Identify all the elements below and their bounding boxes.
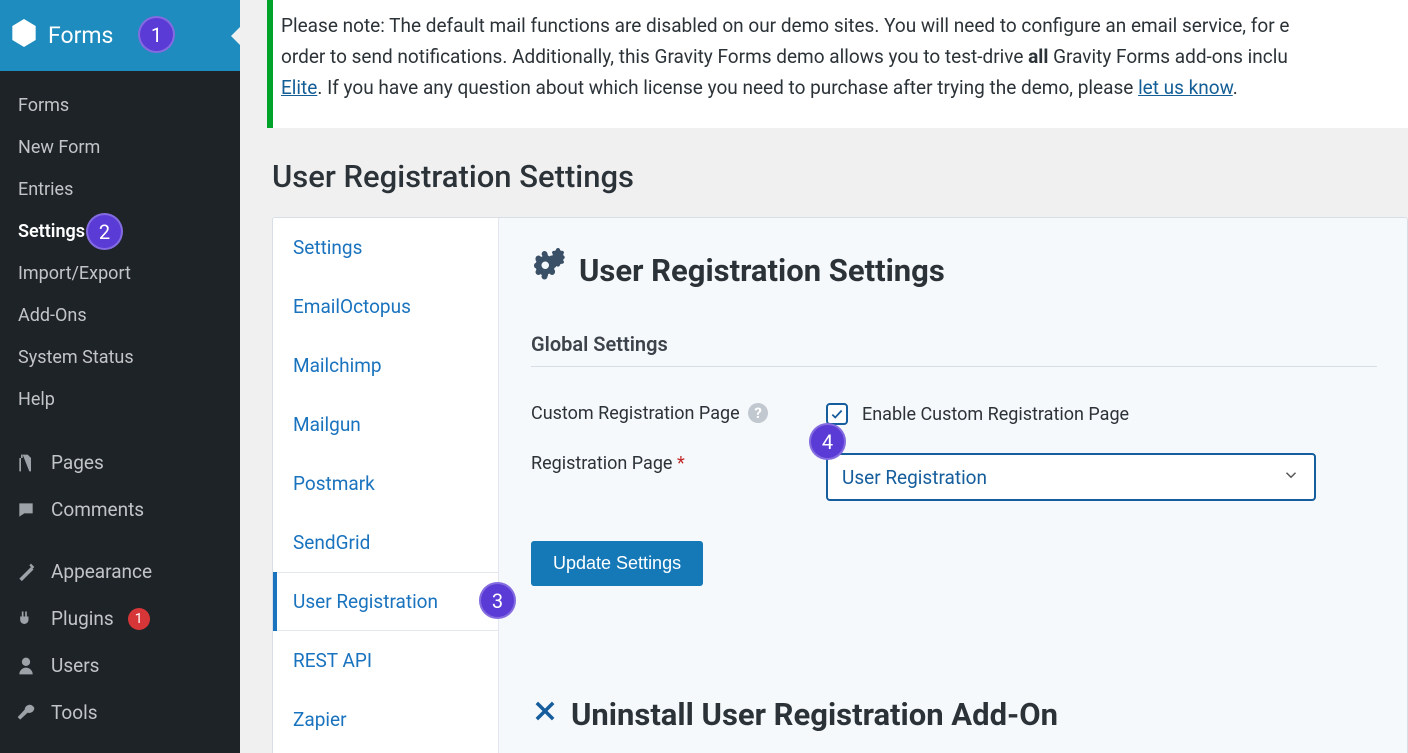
sidebar-item-label: Appearance	[51, 560, 152, 583]
sidebar-current-parent[interactable]: Forms 1	[0, 0, 240, 71]
close-icon	[531, 696, 559, 733]
sidebar-item-label: Plugins	[51, 607, 114, 630]
settings-tab-mailchimp[interactable]: Mailchimp	[273, 336, 498, 395]
section-global-settings: Global Settings	[531, 332, 1377, 367]
sidebar-subitem-new-form[interactable]: New Form	[0, 127, 240, 169]
sidebar-subitem-entries[interactable]: Entries	[0, 169, 240, 211]
settings-tab-zapier[interactable]: Zapier	[273, 690, 498, 749]
settings-tabs: SettingsEmailOctopusMailchimpMailgunPost…	[273, 218, 499, 753]
sidebar-item-users[interactable]: Users	[0, 642, 240, 689]
content-area: Please note: The default mail functions …	[240, 0, 1408, 753]
sidebar-item-label: Pages	[51, 451, 104, 474]
notice-line3-end: .	[1233, 76, 1238, 99]
forms-icon	[10, 19, 48, 53]
row-custom-registration-page: Custom Registration Page ? Enable Custom…	[531, 403, 1377, 425]
update-count-badge: 1	[128, 608, 150, 630]
sidebar-item-comments[interactable]: Comments	[0, 486, 240, 533]
select-registration-page[interactable]: User Registration	[826, 453, 1316, 501]
checkbox-enable-custom-registration[interactable]	[826, 403, 848, 425]
label-registration-page: Registration Page	[531, 453, 672, 474]
notice-bold: all	[1028, 45, 1048, 68]
notice-line2b: Gravity Forms add-ons inclu	[1048, 45, 1287, 68]
panel-heading: User Registration Settings	[531, 248, 1377, 292]
page-title: User Registration Settings	[272, 158, 1408, 195]
tools-icon	[15, 703, 37, 723]
sidebar-item-label: Tools	[51, 701, 98, 724]
appearance-icon	[15, 562, 37, 582]
step-badge-4: 4	[809, 423, 846, 460]
checkbox-label: Enable Custom Registration Page	[862, 404, 1129, 425]
settings-tab-settings[interactable]: Settings	[273, 218, 498, 277]
notice-link-letusknow[interactable]: let us know	[1138, 76, 1233, 99]
sidebar-subitem-add-ons[interactable]: Add-Ons	[0, 295, 240, 337]
required-indicator: *	[677, 453, 685, 474]
sidebar-subitem-help[interactable]: Help	[0, 379, 240, 421]
step-badge-2: 2	[86, 213, 123, 250]
settings-tab-rest-api[interactable]: REST API	[273, 631, 498, 690]
label-custom-registration-page: Custom Registration Page	[531, 403, 740, 424]
users-icon	[15, 656, 37, 676]
settings-tab-mailgun[interactable]: Mailgun	[273, 395, 498, 454]
comments-icon	[15, 500, 37, 520]
settings-panel: User Registration Settings Global Settin…	[499, 218, 1407, 753]
panel-heading-text: User Registration Settings	[579, 252, 945, 289]
settings-tab-emailoctopus[interactable]: EmailOctopus	[273, 277, 498, 336]
select-value: User Registration	[842, 466, 987, 489]
sidebar-parent-label: Forms	[48, 22, 113, 49]
sidebar-subitem-forms[interactable]: Forms	[0, 85, 240, 127]
notice-line1: Please note: The default mail functions …	[281, 14, 1289, 37]
notice-line3-mid: . If you have any question about which l…	[317, 76, 1138, 99]
settings-tab-postmark[interactable]: Postmark	[273, 454, 498, 513]
admin-sidebar: Forms 1 FormsNew FormEntriesSettings2Imp…	[0, 0, 240, 753]
gears-icon	[531, 248, 567, 292]
sidebar-item-plugins[interactable]: Plugins 1	[0, 595, 240, 642]
sidebar-item-pages[interactable]: Pages	[0, 439, 240, 486]
update-settings-button[interactable]: Update Settings	[531, 541, 703, 586]
chevron-down-icon	[1282, 466, 1300, 489]
sidebar-item-tools[interactable]: Tools	[0, 689, 240, 736]
sidebar-subitem-import-export[interactable]: Import/Export	[0, 253, 240, 295]
settings-tab-user-registration[interactable]: User Registration3	[273, 572, 498, 631]
settings-tab-sendgrid[interactable]: SendGrid	[273, 513, 498, 572]
admin-notice: Please note: The default mail functions …	[267, 0, 1408, 128]
uninstall-heading-text: Uninstall User Registration Add-On	[571, 696, 1058, 733]
step-badge-1: 1	[138, 16, 175, 53]
row-registration-page: 4 Registration Page * User Registration	[531, 453, 1377, 501]
notice-link-elite[interactable]: Elite	[281, 76, 317, 99]
pages-icon	[15, 453, 37, 473]
step-badge-3: 3	[479, 582, 516, 619]
plugins-icon	[15, 609, 37, 629]
uninstall-heading: Uninstall User Registration Add-On	[531, 696, 1377, 733]
sidebar-subitem-system-status[interactable]: System Status	[0, 337, 240, 379]
notice-line2a: order to send notifications. Additionall…	[281, 45, 1028, 68]
sidebar-item-appearance[interactable]: Appearance	[0, 548, 240, 595]
sidebar-subitem-settings[interactable]: Settings2	[0, 211, 240, 253]
help-icon[interactable]: ?	[748, 403, 768, 423]
sidebar-item-label: Users	[51, 654, 99, 677]
sidebar-item-label: Comments	[51, 498, 144, 521]
